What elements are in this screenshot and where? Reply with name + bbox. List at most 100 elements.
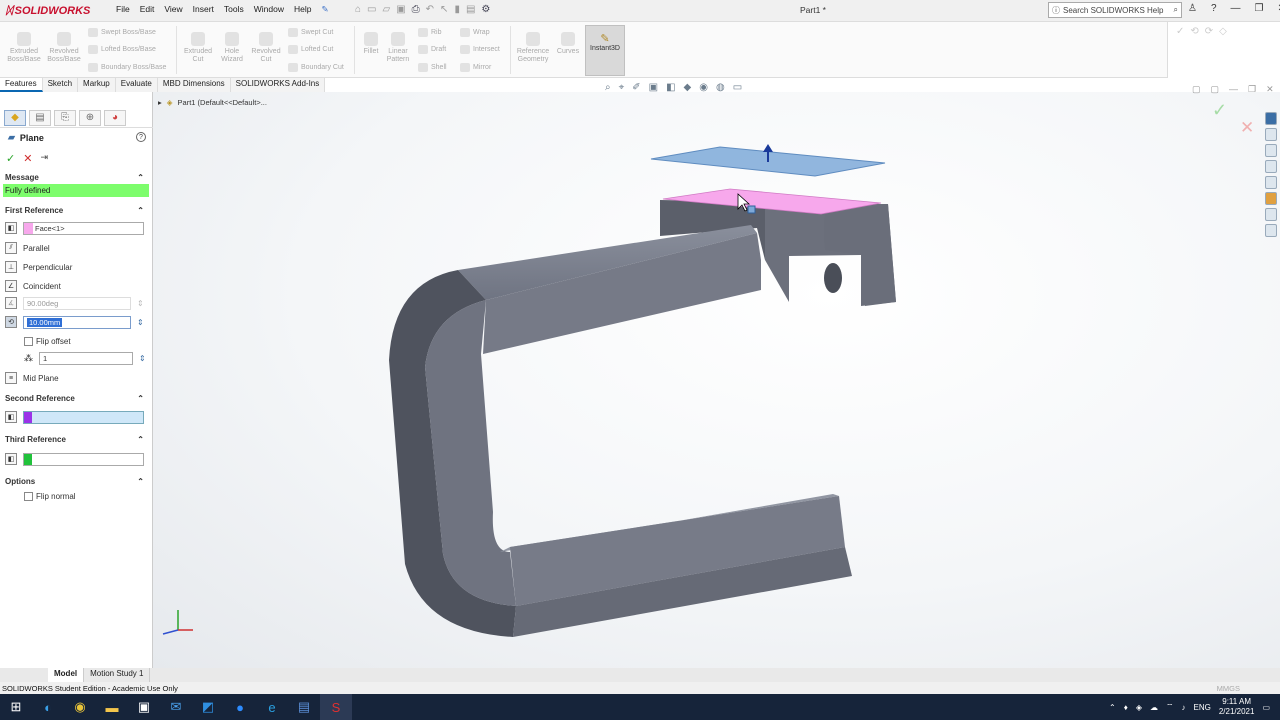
home-icon[interactable]	[1265, 128, 1277, 141]
ok-check-icon[interactable]: ✓	[6, 152, 15, 165]
file-explorer-icon[interactable]: ▬	[96, 694, 128, 720]
design-library-icon[interactable]	[1265, 144, 1277, 157]
app-icon[interactable]: ◩	[192, 694, 224, 720]
count-spinner-icon[interactable]: ⇕	[139, 354, 146, 363]
flip-normal-checkbox[interactable]: Flip normal	[24, 489, 76, 503]
search-icon[interactable]: ⌕	[1174, 5, 1178, 15]
linear-pattern-button[interactable]: Linear Pattern	[384, 32, 412, 64]
home-icon[interactable]: ⌂	[355, 4, 361, 15]
third-reference-header[interactable]: Third Reference ⌃	[0, 432, 152, 446]
extruded-boss-button[interactable]: Extruded Boss/Base	[6, 32, 42, 64]
lofted-cut-button[interactable]: Lofted Cut	[288, 45, 333, 54]
mid-plane-option[interactable]: ≡ Mid Plane	[5, 371, 59, 385]
previous-view-icon[interactable]: ✐	[632, 82, 640, 93]
pin-icon[interactable]: ✎	[321, 4, 328, 15]
tab-dimxpert-manager[interactable]: ⊕	[79, 109, 101, 126]
viewport-close-icon[interactable]: ✕	[1266, 84, 1274, 95]
tab-mbd-dimensions[interactable]: MBD Dimensions	[157, 78, 231, 92]
clock[interactable]: 9:11 AM 2/21/2021	[1219, 697, 1255, 717]
first-reference-header[interactable]: First Reference ⌃	[0, 203, 152, 217]
options-header[interactable]: Options ⌃	[0, 474, 152, 488]
curves-button[interactable]: Curves	[554, 32, 582, 56]
wrap-button[interactable]: Wrap	[460, 28, 490, 37]
minimize-icon[interactable]: —	[1231, 3, 1241, 14]
search-box[interactable]: ⓘ Search SOLIDWORKS Help ⌕	[1048, 2, 1182, 18]
tab-evaluate[interactable]: Evaluate	[115, 78, 158, 92]
checkbox-icon[interactable]	[24, 336, 33, 346]
menu-view[interactable]: View	[164, 4, 182, 15]
part-model-svg[interactable]	[153, 92, 1280, 668]
third-reference-field[interactable]	[23, 452, 144, 466]
draft-button[interactable]: Draft	[418, 45, 446, 54]
display-style-icon[interactable]: ◆	[684, 82, 692, 93]
accept-icon[interactable]: ✓	[1176, 26, 1184, 37]
revolved-cut-button[interactable]: Revolved Cut	[248, 32, 284, 64]
appearances-icon[interactable]	[1265, 192, 1277, 205]
microphone-icon[interactable]: ♦	[1124, 703, 1128, 712]
flip-offset-checkbox[interactable]: Flip offset	[24, 334, 71, 348]
tab-feature-manager[interactable]: ◆	[4, 109, 26, 126]
first-reference-field[interactable]: Face<1>	[23, 221, 144, 235]
forum-icon[interactable]	[1265, 224, 1277, 237]
solidworks-resources-icon[interactable]	[1265, 112, 1277, 125]
select-icon[interactable]: ↖	[440, 4, 448, 15]
reference-geometry-button[interactable]: Reference Geometry	[514, 32, 552, 64]
menu-window[interactable]: Window	[254, 4, 284, 15]
confirm-ok-icon[interactable]: ✓	[1212, 100, 1227, 121]
coincident-option[interactable]: ∠ Coincident	[5, 279, 61, 293]
pm-help-icon[interactable]: ?	[136, 132, 146, 142]
tab-motion-study[interactable]: Motion Study 1	[84, 668, 151, 682]
tab-markup[interactable]: Markup	[78, 78, 116, 92]
file-properties-icon[interactable]: ▤	[466, 4, 475, 15]
menu-help[interactable]: Help	[294, 4, 311, 15]
viewport-restore-icon[interactable]: ❐	[1248, 84, 1256, 95]
lofted-boss-button[interactable]: Lofted Boss/Base	[88, 45, 156, 54]
wifi-icon[interactable]: ⌔	[1166, 702, 1174, 712]
perpendicular-option[interactable]: ⊥ Perpendicular	[5, 260, 72, 274]
units-indicator[interactable]: MMGS	[1217, 684, 1240, 693]
solidworks-taskbar-icon[interactable]: S	[320, 694, 352, 720]
user-icon[interactable]: ♙	[1188, 3, 1197, 14]
distance-spinner-icon[interactable]: ⇕	[137, 318, 144, 327]
custom-properties-icon[interactable]	[1265, 208, 1277, 221]
appearance-icon[interactable]: ◍	[716, 82, 725, 93]
zoom-to-fit-icon[interactable]: ⌕	[605, 82, 611, 93]
expand-arrow-icon[interactable]: ▸	[158, 98, 162, 107]
save-icon[interactable]: ▣	[396, 4, 405, 15]
viewport-cascade-icon[interactable]: ▢	[1211, 84, 1220, 95]
file-explorer-icon[interactable]	[1265, 160, 1277, 173]
viewport-tile-icon[interactable]: ▢	[1192, 84, 1201, 95]
restore-icon[interactable]: ❐	[1255, 3, 1264, 14]
word-icon[interactable]: ▤	[288, 694, 320, 720]
tab-addins[interactable]: SOLIDWORKS Add-Ins	[230, 78, 326, 92]
boundary-boss-button[interactable]: Boundary Boss/Base	[88, 63, 166, 72]
cube-icon[interactable]: ◇	[1219, 26, 1227, 37]
cancel-x-icon[interactable]: ✕	[23, 152, 32, 165]
new-document-icon[interactable]: ▭	[367, 4, 376, 15]
hole-wizard-button[interactable]: Hole Wizard	[214, 32, 250, 64]
internet-explorer-icon[interactable]: e	[256, 694, 288, 720]
section-view-icon[interactable]: ▣	[649, 82, 658, 93]
zoom-icon[interactable]: ●	[224, 694, 256, 720]
angle-spinner-icon[interactable]: ⇕	[137, 299, 144, 308]
intersect-button[interactable]: Intersect	[460, 45, 500, 54]
shell-button[interactable]: Shell	[418, 63, 447, 72]
graphics-area[interactable]	[153, 92, 1280, 668]
zoom-area-icon[interactable]: ⌖	[619, 82, 625, 93]
view-settings-icon[interactable]: ▭	[733, 82, 742, 93]
menu-insert[interactable]: Insert	[193, 4, 214, 15]
pushpin-icon[interactable]: ⇥	[40, 152, 48, 165]
count-input[interactable]: 1	[39, 351, 133, 365]
open-icon[interactable]: ▱	[383, 4, 391, 15]
mail-icon[interactable]: ✉	[160, 694, 192, 720]
viewport-minimize-icon[interactable]: —	[1229, 84, 1238, 95]
network-icon[interactable]: ◈	[1136, 703, 1142, 712]
confirm-cancel-icon[interactable]: ✕	[1240, 118, 1254, 138]
mirror-button[interactable]: Mirror	[460, 63, 491, 72]
angle-input[interactable]: 90.00deg	[23, 296, 131, 310]
chevron-up-icon[interactable]: ⌃	[1109, 703, 1116, 712]
print-icon[interactable]: ⎙	[412, 4, 420, 15]
tab-display-manager[interactable]: ◕	[104, 109, 126, 126]
edge-icon[interactable]: ◐	[32, 694, 64, 720]
parallel-option[interactable]: ⫽ Parallel	[5, 241, 50, 255]
